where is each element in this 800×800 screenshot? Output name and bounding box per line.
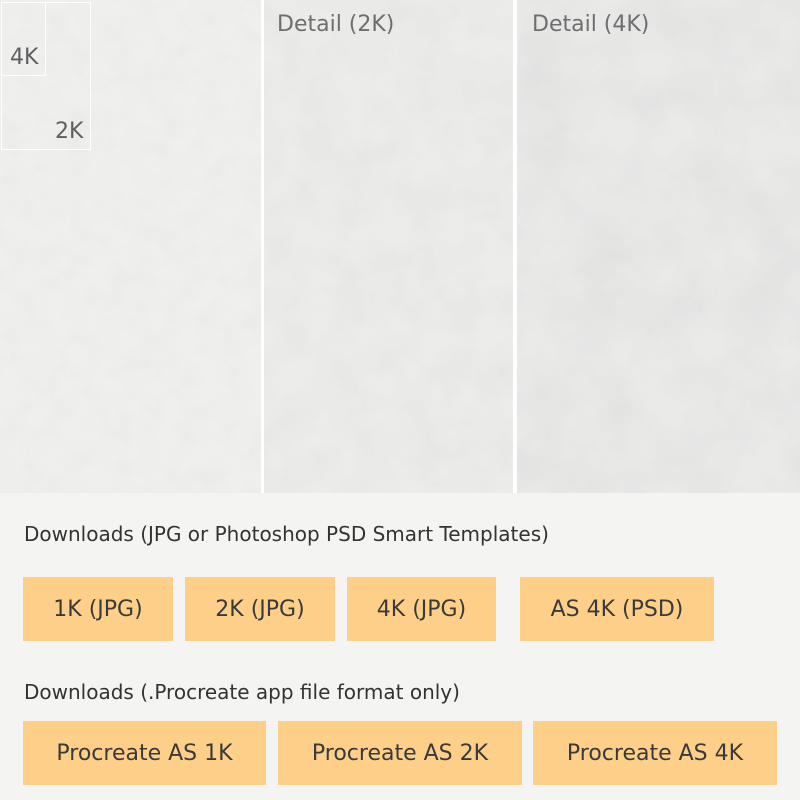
paper-texture-image xyxy=(517,0,800,493)
download-procreate-1k-button[interactable]: Procreate AS 1K xyxy=(23,721,266,785)
download-1k-jpg-button[interactable]: 1K (JPG) xyxy=(23,577,173,641)
panel-title-2k: Detail (2K) xyxy=(277,12,395,37)
jpg-psd-downloads-heading: Downloads (JPG or Photoshop PSD Smart Te… xyxy=(24,522,549,546)
download-procreate-2k-button[interactable]: Procreate AS 2K xyxy=(278,721,522,785)
download-2k-jpg-button[interactable]: 2K (JPG) xyxy=(185,577,335,641)
texture-preview-full: 4K 2K xyxy=(0,0,261,493)
panel-title-4k: Detail (4K) xyxy=(532,12,650,37)
paper-texture-image xyxy=(264,0,513,493)
texture-preview-2k: Detail (2K) xyxy=(264,0,513,493)
download-procreate-4k-button[interactable]: Procreate AS 4K xyxy=(533,721,777,785)
crop-label-4k: 4K xyxy=(10,45,39,70)
download-as-4k-psd-button[interactable]: AS 4K (PSD) xyxy=(520,577,714,641)
texture-preview-4k: Detail (4K) xyxy=(517,0,800,493)
download-4k-jpg-button[interactable]: 4K (JPG) xyxy=(347,577,496,641)
texture-previews: 4K 2K Detail (2K) Detail (4K) xyxy=(0,0,800,493)
procreate-downloads-heading: Downloads (.Procreate app file format on… xyxy=(24,680,460,704)
crop-label-2k: 2K xyxy=(55,119,84,144)
